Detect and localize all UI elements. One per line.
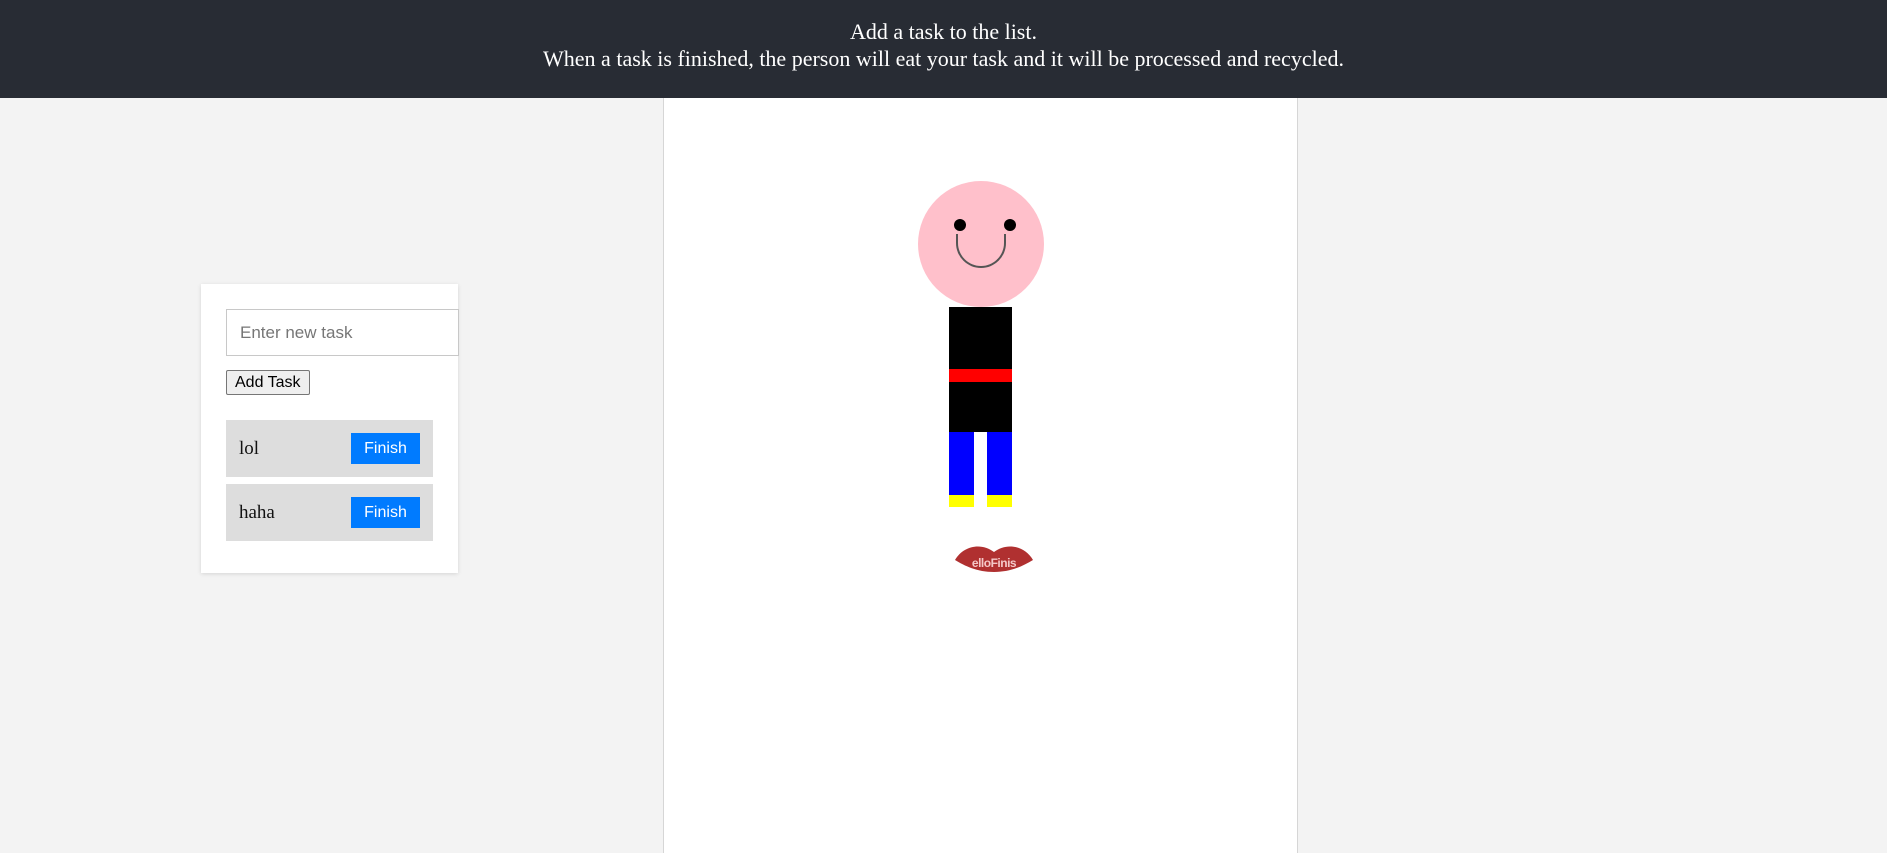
todo-panel: Add Task lol Finish haha Finish — [201, 284, 459, 573]
task-text: lol — [239, 438, 260, 459]
task-item: lol Finish — [226, 420, 433, 477]
person-torso — [949, 307, 1012, 432]
left-eye — [954, 219, 966, 231]
header-banner: Add a task to the list. When a task is f… — [0, 0, 1887, 98]
person-head — [918, 181, 1044, 307]
person-belt — [949, 369, 1012, 382]
finish-button[interactable]: Finish — [351, 433, 420, 464]
header-instruction-line-1: Add a task to the list. — [850, 19, 1037, 44]
right-eye — [1004, 219, 1016, 231]
left-shoe — [949, 495, 974, 507]
add-task-button[interactable]: Add Task — [226, 370, 310, 395]
task-item: haha Finish — [226, 484, 433, 541]
smile-mouth — [956, 234, 1006, 268]
right-shoe — [987, 495, 1012, 507]
task-list: lol Finish haha Finish — [226, 420, 433, 548]
person-figure — [917, 181, 1047, 581]
right-leg — [987, 432, 1012, 495]
eating-lips: elloFinis — [953, 542, 1035, 576]
new-task-input[interactable] — [226, 309, 459, 356]
task-text: haha — [239, 502, 275, 523]
left-leg — [949, 432, 974, 495]
finish-button[interactable]: Finish — [351, 497, 420, 528]
header-instruction-line-2: When a task is finished, the person will… — [543, 46, 1344, 71]
task-being-eaten-text: elloFinis — [971, 556, 1017, 570]
